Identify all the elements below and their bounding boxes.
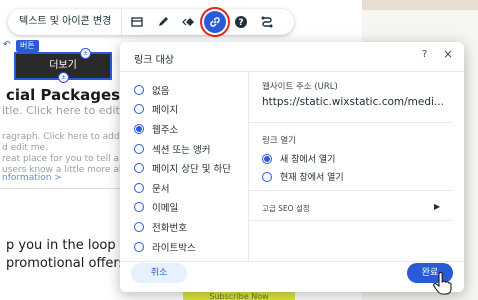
link-type-option[interactable]: 문서: [134, 178, 231, 198]
radio-button[interactable]: [134, 84, 144, 95]
connect-icon[interactable]: [256, 11, 278, 33]
link-type-option[interactable]: 페이지 상단 및 하단: [134, 158, 231, 178]
undo-arrow-icon[interactable]: ↶: [3, 40, 11, 50]
option-label: 전화번호: [152, 222, 187, 234]
radio-button[interactable]: [262, 171, 272, 182]
expand-arrow-icon[interactable]: ▶: [434, 202, 440, 211]
url-label: 웹사이트 주소 (URL): [262, 82, 338, 92]
link-type-option[interactable]: 섹션 또는 앵커: [134, 139, 231, 159]
link-type-option[interactable]: 라이트박스: [134, 237, 231, 257]
panel-divider: [248, 220, 452, 221]
option-label: 새 창에서 열기: [280, 155, 336, 165]
dialog-title: 링크 대상: [134, 55, 174, 66]
close-icon[interactable]: ×: [443, 47, 453, 61]
panel-divider: [248, 122, 452, 123]
open-new-window-option[interactable]: 새 창에서 열기: [262, 152, 335, 165]
animation-icon[interactable]: [178, 11, 200, 33]
radio-button[interactable]: [134, 221, 144, 232]
cancel-button[interactable]: 취소: [131, 263, 187, 283]
section-divider: [0, 188, 120, 189]
svg-text:?: ?: [239, 18, 244, 28]
option-label: 현재 창에서 열기: [280, 173, 344, 183]
canvas-top-left: [0, 0, 28, 8]
canvas-right-image: [362, 0, 478, 10]
dialog-header: 링크 대상 ? ×: [120, 42, 464, 72]
advanced-seo-settings[interactable]: 고급 SEO 설정: [262, 203, 310, 214]
option-label: 없음: [152, 85, 170, 97]
resize-handle-bottom[interactable]: ±: [58, 72, 69, 83]
link-type-option[interactable]: 페이지: [134, 100, 231, 120]
url-input[interactable]: https://static.wixstatic.com/medi...: [262, 96, 444, 108]
element-toolbar: 텍스트 및 아이콘 변경 ?: [8, 9, 294, 35]
element-type-tag: 버튼: [16, 40, 39, 52]
radio-button[interactable]: [134, 202, 144, 213]
radio-button[interactable]: [134, 143, 144, 154]
link-type-option[interactable]: 전화번호: [134, 217, 231, 237]
option-label: 이메일: [152, 203, 179, 215]
more-info-link[interactable]: nformation >: [2, 173, 62, 183]
hand-cursor-icon: [433, 272, 452, 295]
layout-icon[interactable]: [126, 11, 148, 33]
link-type-list: 없음 페이지 웹주소 섹션 또는 앵커 페이지 상단 및 하단 문서 이메일 전…: [134, 80, 231, 256]
option-label: 페이지 상단 및 하단: [152, 164, 231, 176]
link-type-option[interactable]: 없음: [134, 80, 231, 100]
option-label: 섹션 또는 앵커: [152, 144, 211, 156]
radio-button[interactable]: [134, 104, 144, 115]
link-type-option[interactable]: 이메일: [134, 198, 231, 218]
dialog-divider: [248, 72, 249, 262]
change-text-icon-button[interactable]: 텍스트 및 아이콘 변경: [8, 9, 123, 35]
panel-divider: [248, 190, 452, 191]
dialog-footer-divider: [120, 261, 464, 262]
option-label: 라이트박스: [152, 242, 196, 254]
help-icon[interactable]: ?: [230, 11, 252, 33]
radio-button[interactable]: [134, 241, 144, 252]
option-label: 웹주소: [152, 124, 179, 136]
radio-button-selected[interactable]: [134, 123, 144, 134]
radio-button[interactable]: [134, 163, 144, 174]
link-icon[interactable]: [204, 11, 227, 33]
section-paragraph-line: d edit me.: [2, 143, 48, 153]
link-dialog: 링크 대상 ? × 없음 페이지 웹주소 섹션 또는 앵커 페이지 상단 및 하…: [120, 42, 464, 292]
radio-button-selected[interactable]: [262, 153, 272, 164]
open-link-label: 링크 열기: [262, 136, 296, 146]
pen-icon[interactable]: [152, 11, 174, 33]
option-label: 페이지: [152, 105, 179, 117]
section-heading: cial Packages: [6, 86, 121, 104]
section-paragraph-line: ragraph. Click here to add you: [2, 132, 139, 142]
newsletter-text-line: promotional offers.: [6, 256, 130, 271]
radio-button[interactable]: [134, 182, 144, 193]
help-button[interactable]: ?: [422, 49, 427, 60]
resize-handle-top[interactable]: ±: [80, 48, 91, 59]
link-type-option[interactable]: 웹주소: [134, 119, 231, 139]
open-current-window-option[interactable]: 현재 창에서 열기: [262, 170, 344, 183]
option-label: 문서: [152, 183, 170, 195]
